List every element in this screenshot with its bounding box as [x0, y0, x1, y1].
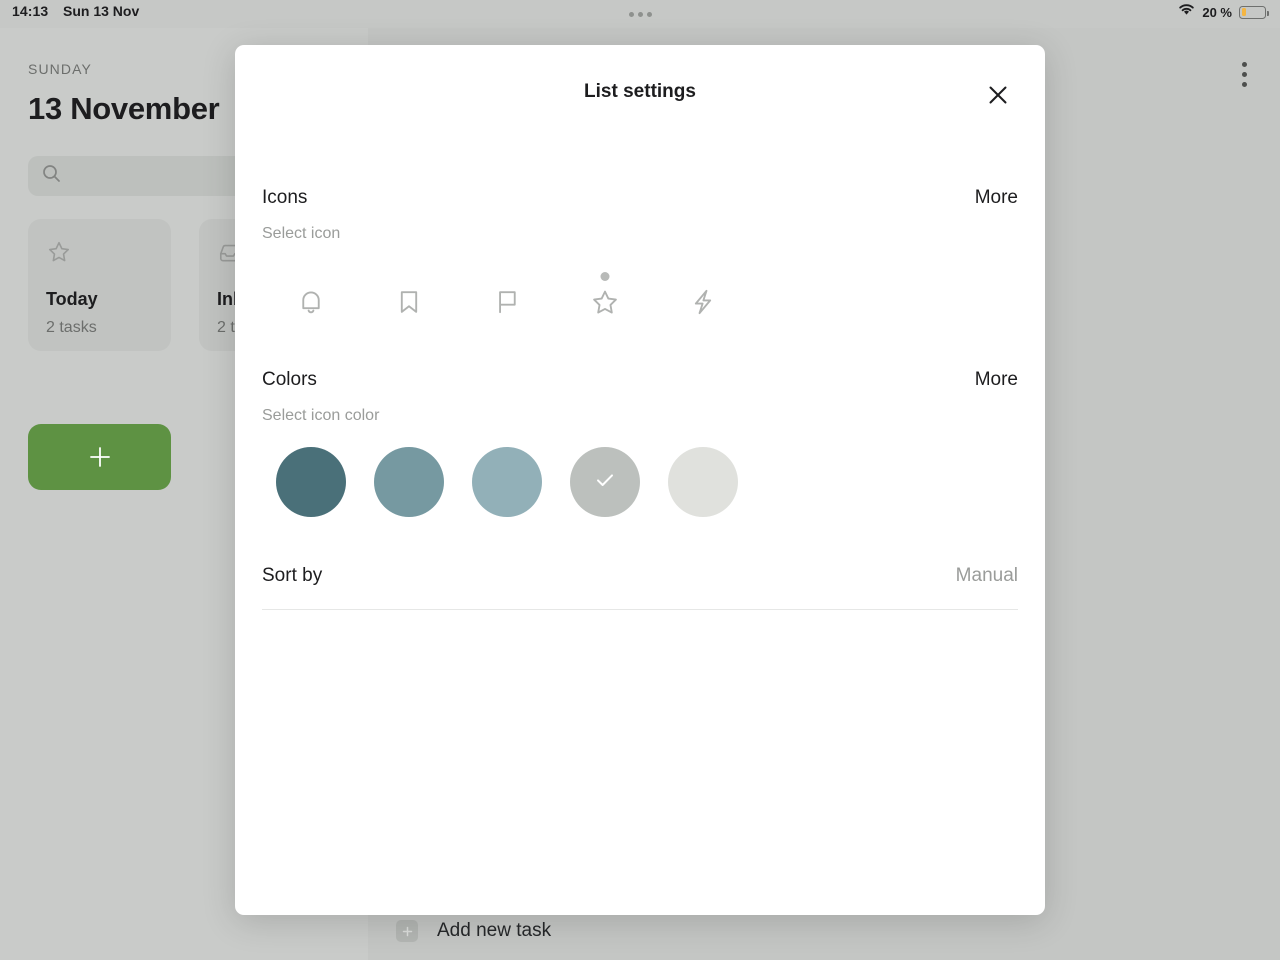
screen: 14:13 Sun 13 Nov 20 % SUNDAY 13 November… [0, 0, 1280, 960]
plus-icon [87, 444, 113, 470]
colors-section-header: Colors More [262, 369, 1018, 391]
overflow-menu-button[interactable] [1238, 58, 1251, 91]
bookmark-icon [393, 286, 425, 318]
three-dots-horizontal-icon [646, 11, 652, 17]
search-icon [42, 164, 61, 188]
icons-more-button[interactable]: More [975, 187, 1018, 209]
star-icon [589, 286, 621, 318]
status-bar-indicators: 20 % [1178, 3, 1269, 21]
multitask-handle[interactable] [623, 7, 657, 21]
icons-section: Icons More Select icon [235, 187, 1045, 318]
star-icon [46, 241, 72, 269]
three-dots-vertical-icon [1242, 82, 1247, 87]
sort-by-value[interactable]: Manual [956, 565, 1018, 587]
lightning-bolt-icon [687, 286, 719, 318]
status-bar-date: Sun 13 Nov [63, 3, 140, 19]
colors-section-title: Colors [262, 369, 317, 390]
list-item[interactable]: Today 2 tasks [28, 219, 171, 351]
color-option-cell [654, 447, 752, 517]
add-new-task-row[interactable]: Add new task [396, 920, 551, 942]
icon-option-flag[interactable] [458, 262, 556, 318]
sort-by-row[interactable]: Sort by Manual [235, 565, 1045, 610]
three-dots-vertical-icon [1242, 62, 1247, 67]
day-label: SUNDAY [28, 61, 92, 77]
status-bar-time: 14:13 [12, 3, 49, 19]
page-title: 13 November [28, 91, 220, 126]
add-new-task-label: Add new task [437, 920, 552, 941]
icon-option-bookmark[interactable] [360, 262, 458, 318]
color-swatch-4[interactable] [570, 447, 640, 517]
selected-indicator-dot [600, 272, 610, 281]
color-option-cell [458, 447, 556, 517]
color-option-cell [262, 447, 360, 517]
battery-fill [1241, 8, 1246, 16]
icon-option-lightning-bolt[interactable] [654, 262, 752, 318]
three-dots-horizontal-icon [637, 11, 643, 17]
color-swatch-3[interactable] [472, 447, 542, 517]
three-dots-vertical-icon [1242, 72, 1247, 77]
list-item-title: Today [46, 289, 98, 309]
list-item-subtitle: 2 tasks [46, 319, 97, 336]
icons-section-subtitle: Select icon [262, 225, 341, 242]
color-swatch-5[interactable] [668, 447, 738, 517]
add-list-button[interactable] [28, 424, 171, 490]
colors-section: Colors More Select icon color [235, 369, 1045, 517]
list-settings-dialog: List settings Icons More Select icon Col… [235, 45, 1045, 915]
icons-section-header: Icons More [262, 187, 1018, 209]
color-swatch-2[interactable] [374, 447, 444, 517]
color-swatch-1[interactable] [276, 447, 346, 517]
colors-section-subtitle: Select icon color [262, 407, 380, 424]
battery-percent-label: 20 % [1202, 4, 1232, 20]
three-dots-horizontal-icon [628, 11, 634, 17]
bell-icon [295, 286, 327, 318]
dialog-header: List settings [235, 45, 1045, 143]
sort-by-label: Sort by [262, 565, 323, 586]
dialog-title: List settings [584, 81, 696, 102]
icon-option-bell[interactable] [262, 262, 360, 318]
icon-options-row [262, 262, 1018, 318]
colors-more-button[interactable]: More [975, 369, 1018, 391]
flag-icon [491, 286, 523, 318]
wifi-icon [1178, 3, 1195, 21]
color-option-cell [556, 447, 654, 517]
icons-section-title: Icons [262, 187, 308, 208]
check-icon [591, 466, 619, 499]
color-options-row [262, 447, 1018, 517]
status-bar: 14:13 Sun 13 Nov 20 % [0, 0, 1280, 28]
close-icon [986, 83, 1010, 110]
close-button[interactable] [980, 78, 1016, 114]
battery-icon [1239, 5, 1269, 19]
plus-square-icon [396, 920, 418, 942]
color-option-cell [360, 447, 458, 517]
icon-option-star[interactable] [556, 262, 654, 318]
